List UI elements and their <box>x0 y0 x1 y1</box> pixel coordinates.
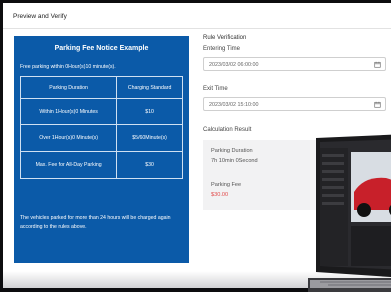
entering-time-value: 2023/03/02 06:00:00 <box>209 62 259 68</box>
fee-table-cell: $10 <box>116 98 183 125</box>
fee-table-cell: Max. Fee for All-Day Parking <box>19 151 118 179</box>
fee-table-cell: Over 1Hour(s)0 Minute(s) <box>19 124 118 152</box>
fee-table-cell: $5/60Minute(s) <box>116 124 183 152</box>
fee-table-cell: Within 1Hour(s)0 Minutes <box>19 98 118 125</box>
fee-table-row: Over 1Hour(s)0 Minute(s) $5/60Minute(s) <box>19 124 183 152</box>
rule-verification-title: Rule Verification <box>203 35 247 41</box>
exit-time-label: Exit Time <box>203 86 228 92</box>
parking-duration-label: Parking Duration <box>211 148 253 154</box>
notice-subtitle: Free parking within 0Hour(s)10 minute(s)… <box>20 64 116 70</box>
window-title: Preview and Verify <box>3 3 391 29</box>
fee-table-header: Parking Duration <box>19 76 118 99</box>
parking-fee-notice: Parking Fee Notice Example Free parking … <box>14 36 189 263</box>
parking-fee-value: $30.00 <box>211 192 229 198</box>
notice-footer: The vehicles parked for more than 24 hou… <box>20 215 171 230</box>
fee-table-header: Charging Standard <box>116 76 183 99</box>
fee-table-row: Within 1Hour(s)0 Minutes $10 <box>19 98 183 125</box>
parking-duration-value: 7h 10min 0Second <box>211 158 258 164</box>
fee-table: Parking Duration Charging Standard Withi… <box>19 76 183 179</box>
calendar-icon[interactable] <box>374 61 381 68</box>
calculation-result-title: Calculation Result <box>203 127 252 133</box>
laptop-illustration <box>308 134 391 292</box>
fee-table-header-row: Parking Duration Charging Standard <box>19 76 183 99</box>
fee-table-cell: $30 <box>116 151 183 179</box>
exit-time-value: 2023/03/02 15:10:00 <box>209 102 259 108</box>
parking-fee-label: Parking Fee <box>211 182 242 188</box>
entering-time-label: Entering Time <box>203 46 241 52</box>
exit-time-field[interactable]: 2023/03/02 15:10:00 <box>203 97 386 111</box>
fee-table-row: Max. Fee for All-Day Parking $30 <box>19 151 183 179</box>
notice-title: Parking Fee Notice Example <box>54 45 149 52</box>
entering-time-field[interactable]: 2023/03/02 06:00:00 <box>203 57 386 71</box>
calendar-icon[interactable] <box>374 101 381 108</box>
